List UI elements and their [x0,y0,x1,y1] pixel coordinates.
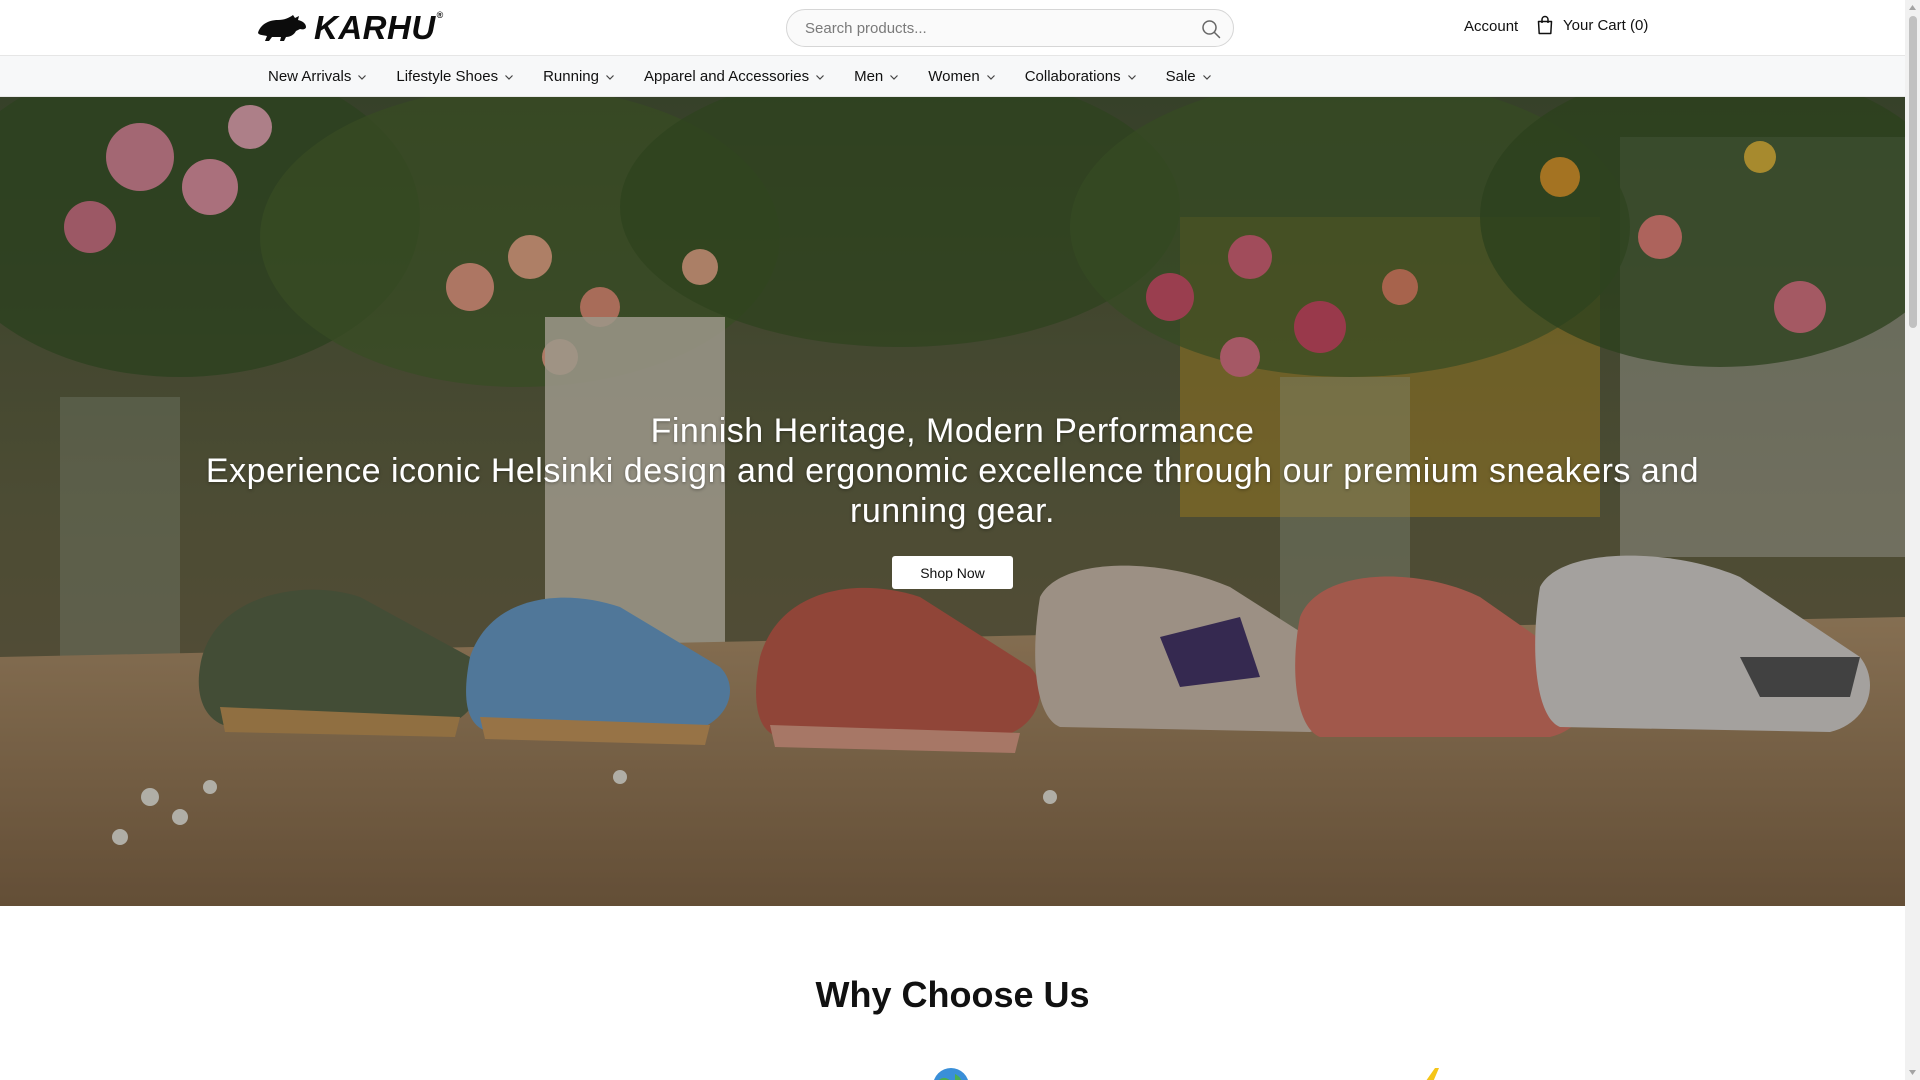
chevron-down-icon [890,74,899,80]
page-scrollbar[interactable] [1905,0,1920,1080]
nav-item-men[interactable]: Men [854,68,899,85]
nav-item-lifestyle-shoes[interactable]: Lifestyle Shoes [396,68,514,85]
nav-item-new-arrivals[interactable]: New Arrivals [268,68,367,85]
scroll-down-arrow-icon[interactable] [1908,1068,1917,1077]
chevron-down-icon [606,74,614,80]
scrollbar-thumb[interactable] [1909,16,1917,328]
nav-item-running[interactable]: Running [543,68,615,85]
hero-subtitle: Experience iconic Helsinki design and er… [205,452,1700,530]
brand-wordmark: KARHU® [314,8,444,46]
hero-title: Finnish Heritage, Modern Performance [650,412,1255,450]
bear-logo-icon [258,15,306,41]
globe-icon [934,1068,968,1080]
scroll-up-arrow-icon[interactable] [1908,3,1917,12]
site-header: KARHU® Account Your Cart (0) [0,0,1905,56]
search-input[interactable] [803,10,1183,46]
chevron-down-icon [1202,74,1211,80]
chevron-down-icon [505,74,514,80]
lightning-bolt-icon [1426,1068,1439,1080]
cart-link[interactable]: Your Cart (0) [1536,15,1648,35]
nav-item-women[interactable]: Women [928,68,995,85]
hero-content: Finnish Heritage, Modern Performance Exp… [0,411,1905,589]
chevron-down-icon [1127,74,1136,80]
shop-now-button[interactable]: Shop Now [892,556,1013,589]
chevron-down-icon [986,74,995,80]
search-icon[interactable] [1201,19,1221,39]
why-choose-us-section: Why Choose Us [0,906,1905,1080]
hero-banner: Finnish Heritage, Modern Performance Exp… [0,97,1905,906]
account-link[interactable]: Account [1464,18,1518,35]
shopping-bag-icon [1537,15,1553,35]
nav-item-sale[interactable]: Sale [1166,68,1212,85]
nav-item-collaborations[interactable]: Collaborations [1025,68,1137,85]
chevron-down-icon [816,74,825,80]
brand-logo[interactable]: KARHU® [256,10,444,44]
main-nav: New Arrivals Lifestyle Shoes Running App… [0,56,1905,97]
cart-label: Your Cart (0) [1563,16,1649,34]
nav-item-apparel-and-accessories[interactable]: Apparel and Accessories [644,68,825,85]
section-title: Why Choose Us [815,974,1090,1015]
chevron-down-icon [358,74,367,80]
page: KARHU® Account Your Cart (0) New Arrival… [0,0,1905,1080]
search-bar [786,9,1234,47]
